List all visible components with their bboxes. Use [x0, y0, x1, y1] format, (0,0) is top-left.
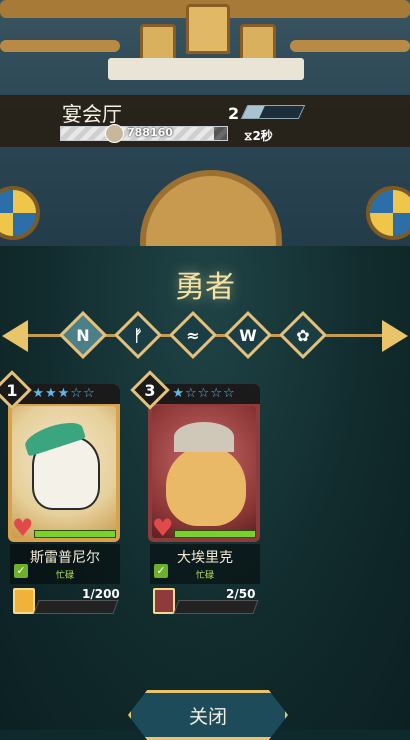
- hall-title: 宴会厅: [62, 102, 122, 126]
- hero-name-plate: 大埃里克 忙碌 ✓: [150, 544, 260, 584]
- progress-text: 788160: [127, 126, 173, 139]
- check-icon: ✓: [14, 564, 28, 578]
- close-label: 关闭: [188, 705, 227, 728]
- hall-level-bar: [240, 105, 306, 119]
- shard-progress-bar: [33, 600, 119, 614]
- shard-icon: [13, 588, 35, 614]
- heart-icon: ♥: [152, 514, 174, 542]
- close-button[interactable]: 关闭: [128, 690, 288, 740]
- hero-name-plate: 斯雷普尼尔 忙碌 ✓: [10, 544, 120, 584]
- arrow-left-icon[interactable]: [2, 320, 28, 352]
- hall-progress-bar: 788160: [60, 124, 228, 143]
- shield-left: [0, 186, 40, 240]
- shard-icon: [153, 588, 175, 614]
- shard-count: 2/50: [226, 587, 256, 601]
- timer-text: 2秒: [252, 129, 273, 143]
- hero-hp-bar: [34, 530, 116, 538]
- hero-hp-bar: [174, 530, 256, 538]
- check-icon: ✓: [154, 564, 168, 578]
- panel-title: 勇者: [175, 270, 235, 305]
- shard-progress-bar: [173, 600, 259, 614]
- hall-emblem: [140, 170, 282, 246]
- avatar-icon: [105, 124, 124, 143]
- hall-level: 2: [228, 104, 240, 123]
- shard-count: 1/200: [82, 587, 120, 601]
- arrow-right-icon[interactable]: [382, 320, 408, 352]
- shield-right: [366, 186, 410, 240]
- timer: ⧖2秒: [244, 127, 273, 144]
- heart-icon: ♥: [12, 514, 34, 542]
